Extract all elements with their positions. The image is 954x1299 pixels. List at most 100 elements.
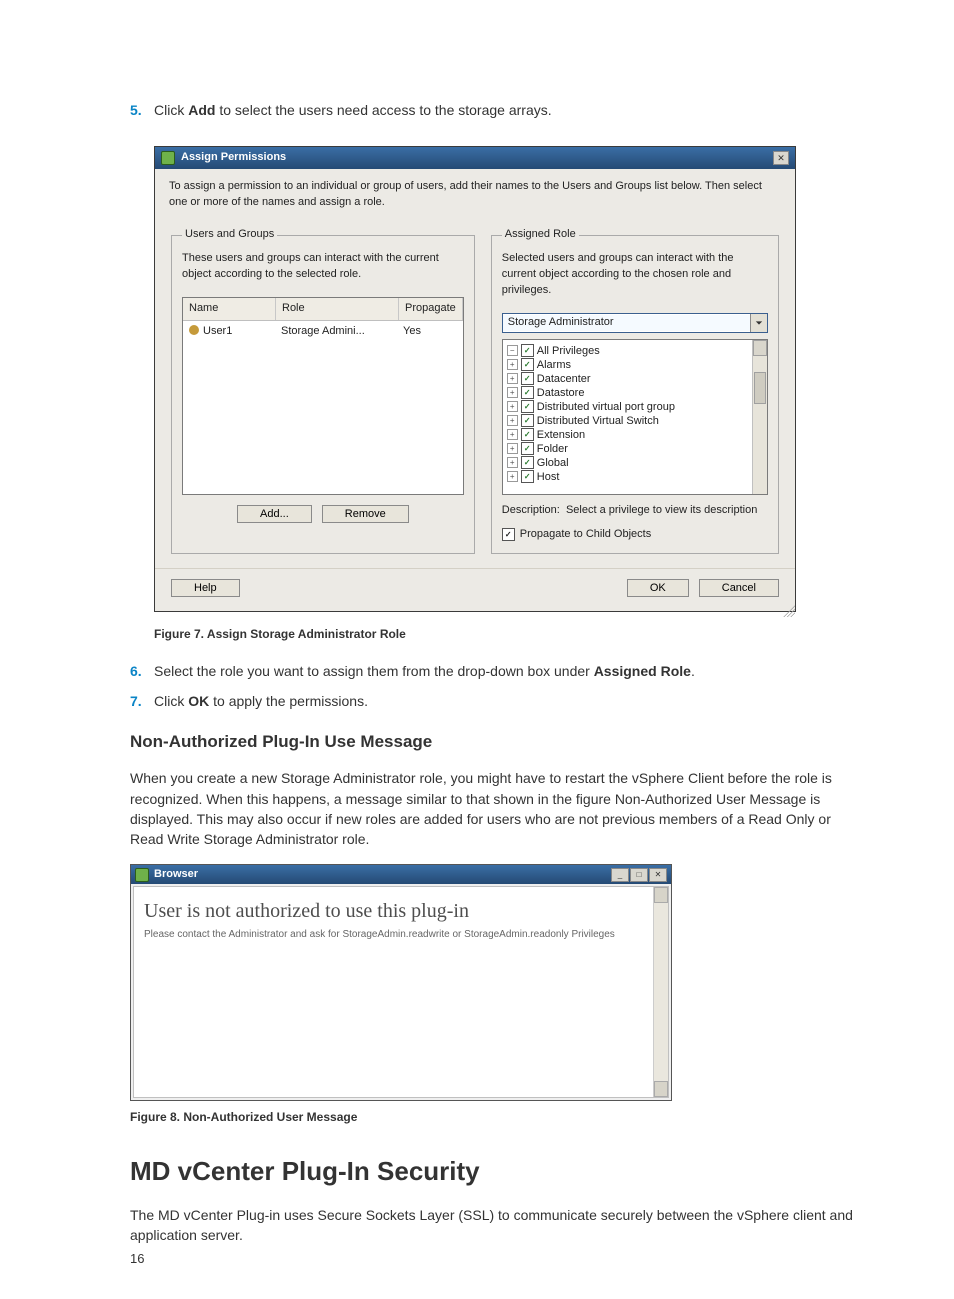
cancel-button[interactable]: Cancel: [699, 579, 779, 597]
expand-icon[interactable]: +: [507, 471, 518, 482]
scroll-up-icon[interactable]: [753, 340, 767, 356]
expand-icon[interactable]: +: [507, 373, 518, 384]
description-text: Select a privilege to view its descripti…: [566, 504, 757, 516]
step-7-suffix: to apply the permissions.: [209, 693, 368, 709]
scroll-up-icon[interactable]: [654, 887, 668, 903]
expand-icon[interactable]: +: [507, 415, 518, 426]
dialog-title: Assign Permissions: [181, 150, 286, 166]
add-button[interactable]: Add...: [237, 505, 312, 523]
users-groups-legend: Users and Groups: [182, 227, 277, 243]
minimize-icon[interactable]: _: [611, 868, 629, 882]
role-dropdown-value: Storage Administrator: [503, 315, 750, 331]
priv-global[interactable]: Global: [537, 456, 569, 470]
role-dropdown[interactable]: Storage Administrator: [502, 313, 768, 333]
browser-title: Browser: [154, 867, 198, 883]
col-name[interactable]: Name: [183, 298, 276, 320]
checkbox-folder[interactable]: ✓: [521, 442, 534, 455]
users-groups-panel: Users and Groups These users and groups …: [171, 227, 475, 554]
privileges-tree[interactable]: − ✓ All Privileges +✓Alarms +✓Datacenter…: [502, 339, 768, 495]
checkbox-datacenter[interactable]: ✓: [521, 372, 534, 385]
checkbox-datastore[interactable]: ✓: [521, 386, 534, 399]
browser-content: User is not authorized to use this plug-…: [133, 886, 669, 1098]
nonauth-heading: Non-Authorized Plug-In Use Message: [130, 730, 854, 755]
step-6: Select the role you want to assign them …: [130, 661, 854, 681]
scrollbar[interactable]: [653, 887, 668, 1097]
figure-7-caption: Figure 7. Assign Storage Administrator R…: [154, 626, 854, 643]
propagate-checkbox-row[interactable]: ✓ Propagate to Child Objects: [502, 527, 768, 543]
collapse-icon[interactable]: −: [507, 345, 518, 356]
row-name: User1: [203, 325, 232, 337]
checkbox-all-privileges[interactable]: ✓: [521, 344, 534, 357]
row-role: Storage Admini...: [275, 322, 397, 342]
step-7: Click OK to apply the permissions.: [130, 691, 854, 711]
step-5-text-suffix: to select the users need access to the s…: [215, 102, 551, 118]
assigned-role-panel: Assigned Role Selected users and groups …: [491, 227, 779, 554]
figure-8-caption: Figure 8. Non-Authorized User Message: [130, 1109, 854, 1126]
close-icon[interactable]: ✕: [773, 151, 789, 165]
page-number: 16: [130, 1250, 144, 1269]
users-list-header: Name Role Propagate: [183, 298, 463, 321]
scrollbar[interactable]: [752, 340, 767, 494]
maximize-icon[interactable]: □: [630, 868, 648, 882]
users-groups-subtext: These users and groups can interact with…: [182, 251, 464, 283]
priv-dvs[interactable]: Distributed Virtual Switch: [537, 414, 659, 428]
step-5: Click Add to select the users need acces…: [130, 100, 854, 120]
ok-button[interactable]: OK: [627, 579, 689, 597]
checkbox-host[interactable]: ✓: [521, 470, 534, 483]
expand-icon[interactable]: +: [507, 387, 518, 398]
col-role[interactable]: Role: [276, 298, 399, 320]
priv-host[interactable]: Host: [537, 470, 560, 484]
step-7-prefix: Click: [154, 693, 188, 709]
description-label: Description:: [502, 504, 560, 516]
propagate-label: Propagate to Child Objects: [520, 527, 651, 543]
security-paragraph: The MD vCenter Plug-in uses Secure Socke…: [130, 1205, 854, 1246]
nonauth-paragraph: When you create a new Storage Administra…: [130, 768, 854, 849]
checkbox-dvs[interactable]: ✓: [521, 414, 534, 427]
resize-grip-icon[interactable]: [783, 605, 795, 617]
priv-all-privileges[interactable]: All Privileges: [537, 344, 600, 358]
assigned-role-legend: Assigned Role: [502, 227, 579, 243]
dialog-instruction: To assign a permission to an individual …: [169, 179, 781, 211]
step-5-text-prefix: Click: [154, 102, 188, 118]
step-5-bold: Add: [188, 102, 215, 118]
users-list-row[interactable]: User1 Storage Admini... Yes: [183, 321, 463, 343]
scroll-thumb[interactable]: [754, 372, 766, 404]
checkbox-extension[interactable]: ✓: [521, 428, 534, 441]
priv-folder[interactable]: Folder: [537, 442, 568, 456]
row-propagate: Yes: [397, 322, 463, 342]
scroll-down-icon[interactable]: [654, 1081, 668, 1097]
dialog-titlebar: Assign Permissions ✕: [155, 147, 795, 169]
not-authorized-subtext: Please contact the Administrator and ask…: [144, 928, 662, 943]
checkbox-global[interactable]: ✓: [521, 456, 534, 469]
close-icon[interactable]: ✕: [649, 868, 667, 882]
not-authorized-heading: User is not authorized to use this plug-…: [144, 897, 662, 926]
expand-icon[interactable]: +: [507, 457, 518, 468]
checkbox-alarms[interactable]: ✓: [521, 358, 534, 371]
col-propagate[interactable]: Propagate: [399, 298, 463, 320]
chevron-down-icon[interactable]: [750, 314, 767, 332]
browser-titlebar: Browser _ □ ✕: [131, 865, 671, 885]
checkbox-dvpg[interactable]: ✓: [521, 400, 534, 413]
assign-permissions-dialog: Assign Permissions ✕ To assign a permiss…: [130, 136, 796, 617]
propagate-checkbox[interactable]: ✓: [502, 528, 515, 541]
expand-icon[interactable]: +: [507, 443, 518, 454]
app-icon: [161, 151, 175, 165]
browser-dialog: Browser _ □ ✕ User is not authorized to …: [130, 864, 672, 1102]
users-listbox[interactable]: Name Role Propagate User1 Storage Admini…: [182, 297, 464, 495]
expand-icon[interactable]: +: [507, 401, 518, 412]
priv-datastore[interactable]: Datastore: [537, 386, 585, 400]
priv-alarms[interactable]: Alarms: [537, 358, 571, 372]
privilege-description: Description: Select a privilege to view …: [502, 503, 768, 519]
assigned-role-subtext: Selected users and groups can interact w…: [502, 251, 768, 299]
priv-datacenter[interactable]: Datacenter: [537, 372, 591, 386]
step-6-bold: Assigned Role: [594, 663, 691, 679]
step-7-bold: OK: [188, 693, 209, 709]
help-button[interactable]: Help: [171, 579, 240, 597]
priv-dvpg[interactable]: Distributed virtual port group: [537, 400, 675, 414]
user-icon: [189, 325, 199, 335]
expand-icon[interactable]: +: [507, 359, 518, 370]
step-6-suffix: .: [691, 663, 695, 679]
remove-button[interactable]: Remove: [322, 505, 409, 523]
priv-extension[interactable]: Extension: [537, 428, 585, 442]
expand-icon[interactable]: +: [507, 429, 518, 440]
